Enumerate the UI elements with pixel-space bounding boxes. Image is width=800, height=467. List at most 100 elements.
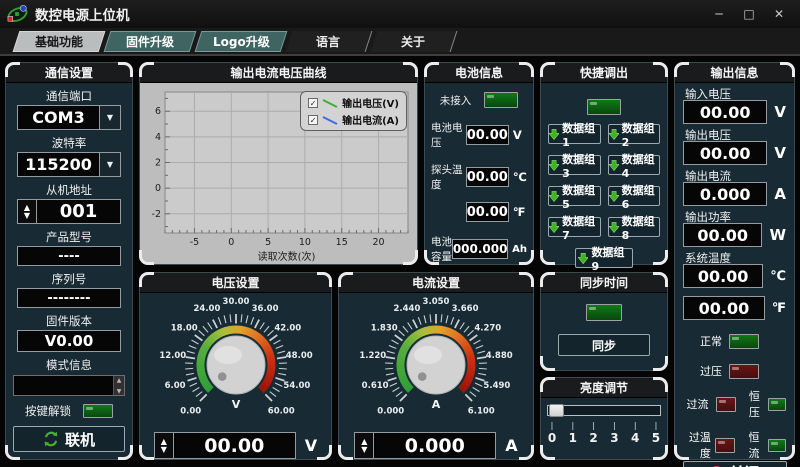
battery-capacity-unit: Ah (512, 244, 527, 255)
data-group-label: 数据组9 (591, 244, 630, 273)
output-current-label: 输出电流 (685, 168, 786, 182)
tab-label: 固件升级 (126, 33, 174, 50)
voltage-knob[interactable]: 0.006.0012.0018.0024.0030.0036.0042.0048… (141, 293, 331, 430)
svg-text:6.00: 6.00 (164, 381, 185, 391)
recall-status-led (587, 99, 621, 115)
data-group-label: 数据组2 (622, 120, 659, 149)
mode-info-textarea[interactable]: ▲ ▼ (13, 375, 125, 396)
svg-text:60.00: 60.00 (267, 406, 294, 416)
svg-text:0.000: 0.000 (377, 406, 404, 416)
system-temp-label: 系统温度 (685, 250, 786, 264)
data-group-4-button[interactable]: 数据组4 (608, 155, 661, 175)
tab-firmware-upgrade[interactable]: 固件升级 (104, 31, 197, 52)
data-group-6-button[interactable]: 数据组6 (608, 186, 661, 206)
panel-voltage-setting: 电压设置 0.006.0012.0018.0024.0030.0036.0042… (139, 272, 332, 460)
svg-text:2.440: 2.440 (393, 304, 420, 314)
data-group-9-button[interactable]: 数据组9 (575, 248, 633, 268)
scroll-up-icon[interactable]: ▲ (114, 376, 124, 385)
status-over-temp-led (715, 438, 736, 453)
svg-text:1.830: 1.830 (371, 323, 398, 333)
voltage-set-value[interactable]: 00.00 (174, 433, 295, 458)
tab-basic-functions[interactable]: 基础功能 (13, 31, 106, 52)
status-constant-voltage-label: 恒压 (749, 388, 763, 420)
current-series-checkbox[interactable] (308, 115, 318, 125)
brightness-slider[interactable] (547, 405, 661, 416)
chart-legend: 输出电压(V) 输出电流(A) (300, 91, 407, 131)
slider-handle[interactable] (549, 404, 564, 417)
data-group-3-button[interactable]: 数据组3 (548, 155, 601, 175)
status-constant-voltage-led (768, 398, 786, 411)
current-stepper[interactable]: ▲▼ 0.000 (354, 432, 496, 459)
current-knob[interactable]: 0.0000.6101.2201.8302.4403.0503.6604.270… (341, 293, 531, 430)
data-group-2-button[interactable]: 数据组2 (608, 124, 661, 144)
stepper-up-down-icons[interactable]: ▲▼ (355, 433, 374, 458)
data-group-1-button[interactable]: 数据组1 (548, 124, 601, 144)
serial-number-label: 序列号 (52, 271, 87, 287)
baud-rate-select[interactable]: 115200 ▼ (17, 152, 121, 177)
svg-text:V: V (231, 398, 240, 411)
scrollbar[interactable]: ▲ ▼ (113, 376, 124, 395)
sync-button[interactable]: 同步 (558, 334, 650, 356)
panel-brightness: 亮度调节 |||||| 012345 (540, 377, 668, 460)
probe-temp-label: 探头温度 (431, 162, 466, 192)
status-normal-led (729, 334, 759, 349)
data-group-label: 数据组4 (622, 151, 659, 180)
tab-logo-upgrade[interactable]: Logo升级 (195, 31, 288, 52)
voltage-series-checkbox[interactable] (308, 98, 318, 108)
battery-capacity-display: 000.000 (452, 239, 508, 259)
maximize-button[interactable]: □ (734, 4, 764, 24)
stepper-up-down-icons[interactable]: ▲▼ (18, 200, 37, 223)
current-set-value[interactable]: 0.000 (374, 433, 495, 458)
output-current-unit: A (774, 185, 786, 203)
probe-temp-f-unit: ℉ (513, 205, 527, 219)
voltage-stepper[interactable]: ▲▼ 00.00 (154, 432, 296, 459)
chevron-down-icon[interactable]: ▼ (99, 106, 120, 129)
download-icon (549, 129, 559, 140)
tab-language[interactable]: 语言 (286, 31, 373, 52)
stepper-up-down-icons[interactable]: ▲▼ (155, 433, 174, 458)
slider-tick-labels: 012345 (545, 431, 663, 445)
legend-label: 输出电压(V) (342, 95, 399, 110)
slave-address-label: 从机地址 (46, 182, 92, 198)
output-voltage-label: 输出电压 (685, 127, 786, 141)
window-title: 数控电源上位机 (35, 4, 130, 24)
output-close-button[interactable]: 关闭 (683, 461, 787, 467)
com-port-value: COM3 (18, 106, 99, 129)
data-group-label: 数据组8 (622, 213, 659, 242)
data-group-label: 数据组7 (562, 213, 599, 242)
svg-text:A: A (432, 398, 441, 411)
status-over-current-led (716, 397, 736, 412)
svg-text:5: 5 (265, 237, 271, 248)
voltage-line-swatch (322, 98, 338, 108)
download-icon (609, 191, 619, 202)
download-icon (549, 160, 559, 171)
data-group-8-button[interactable]: 数据组8 (608, 217, 661, 237)
minimize-button[interactable]: ─ (704, 4, 734, 24)
data-group-5-button[interactable]: 数据组5 (548, 186, 601, 206)
system-temp-f-display: 00.00 (683, 296, 765, 320)
tab-bar: 基础功能 固件升级 Logo升级 语言 关于 (0, 28, 800, 56)
battery-status-led (484, 92, 518, 108)
panel-output-curve-chart: 输出电流电压曲线 -505101520-20246读取次数(次) 输出电压(V)… (139, 62, 418, 265)
panel-title: 通信设置 (6, 63, 132, 83)
slave-address-stepper[interactable]: ▲▼ 001 (17, 199, 121, 224)
firmware-version-label: 固件版本 (46, 313, 92, 329)
svg-text:4: 4 (155, 132, 161, 143)
chevron-down-icon[interactable]: ▼ (99, 153, 120, 176)
slave-address-value[interactable]: 001 (37, 200, 120, 223)
tab-about[interactable]: 关于 (371, 31, 458, 52)
svg-text:-5: -5 (190, 237, 199, 248)
scroll-down-icon[interactable]: ▼ (114, 387, 124, 396)
data-group-7-button[interactable]: 数据组7 (548, 217, 601, 237)
svg-text:4.880: 4.880 (486, 351, 513, 361)
connect-button-label: 联机 (65, 429, 95, 450)
battery-voltage-unit: V (513, 128, 527, 142)
connect-button[interactable]: 联机 (13, 426, 125, 452)
product-model-label: 产品型号 (46, 229, 92, 245)
svg-text:3.050: 3.050 (423, 297, 450, 307)
panel-title: 电流设置 (339, 273, 533, 293)
battery-capacity-label: 电池容量 (431, 234, 452, 264)
firmware-version-display: V0.00 (17, 330, 121, 352)
com-port-select[interactable]: COM3 ▼ (17, 105, 121, 130)
window-close-button[interactable]: ✕ (764, 4, 794, 24)
